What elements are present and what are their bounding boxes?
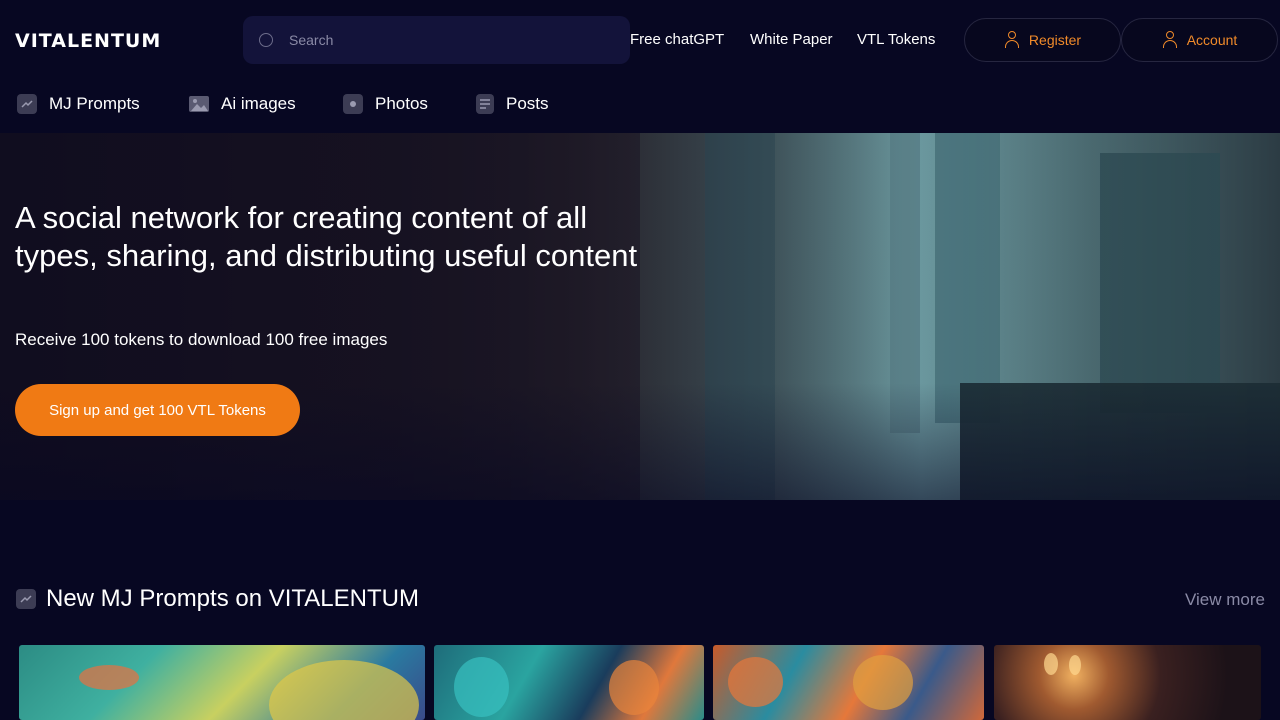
header: VITALENTUM Free chatGPT White Paper VTL … (0, 0, 1280, 80)
category-nav: MJ Prompts Ai images Photos Posts (0, 80, 1280, 132)
hero-title: A social network for creating content of… (15, 200, 638, 273)
search-icon (259, 33, 273, 47)
prompt-thumbnail[interactable] (994, 645, 1261, 720)
category-label: Ai images (221, 94, 296, 113)
category-label: Photos (375, 94, 428, 113)
thumbnail-art (79, 665, 139, 690)
category-mj-prompts[interactable]: MJ Prompts (17, 92, 140, 116)
signup-cta-button[interactable]: Sign up and get 100 VTL Tokens (15, 384, 300, 436)
prompt-thumbnail[interactable] (713, 645, 984, 720)
section-title: New MJ Prompts on VITALENTUM (46, 585, 419, 612)
register-label: Register (1028, 32, 1082, 48)
thumbnail-art (853, 655, 913, 710)
document-icon (476, 94, 494, 114)
thumbnail-art (454, 657, 509, 717)
section-header: New MJ Prompts on VITALENTUM (16, 584, 419, 614)
nav-link-white-paper[interactable]: White Paper (750, 31, 833, 48)
prompt-thumbnail[interactable] (434, 645, 704, 720)
search-box[interactable] (243, 16, 630, 64)
trend-icon (16, 589, 36, 609)
account-label: Account (1186, 32, 1238, 48)
category-label: MJ Prompts (49, 94, 140, 113)
thumbnail-art (609, 660, 659, 715)
register-button[interactable]: Register (964, 18, 1121, 62)
nav-link-vtl-tokens[interactable]: VTL Tokens (857, 31, 935, 48)
camera-icon (343, 94, 363, 114)
user-icon (1162, 31, 1178, 49)
image-icon (189, 94, 209, 114)
thumbnail-art (269, 660, 419, 720)
view-more-link[interactable]: View more (1185, 590, 1265, 610)
category-ai-images[interactable]: Ai images (189, 92, 296, 116)
category-label: Posts (506, 94, 549, 113)
trend-icon (17, 94, 37, 114)
site-logo[interactable]: VITALENTUM (15, 30, 161, 52)
account-button[interactable]: Account (1121, 18, 1278, 62)
prompt-thumbnail[interactable] (19, 645, 425, 720)
thumbnail-art (1069, 655, 1081, 675)
thumbnail-art (728, 657, 783, 707)
nav-link-free-chatgpt[interactable]: Free chatGPT (630, 31, 724, 48)
search-input[interactable] (289, 16, 609, 64)
category-posts[interactable]: Posts (476, 92, 549, 116)
category-photos[interactable]: Photos (343, 92, 428, 116)
hero-subtitle: Receive 100 tokens to download 100 free … (15, 330, 388, 349)
user-icon (1004, 31, 1020, 49)
hero-banner: A social network for creating content of… (0, 133, 1280, 500)
thumbnail-art (1044, 653, 1058, 675)
